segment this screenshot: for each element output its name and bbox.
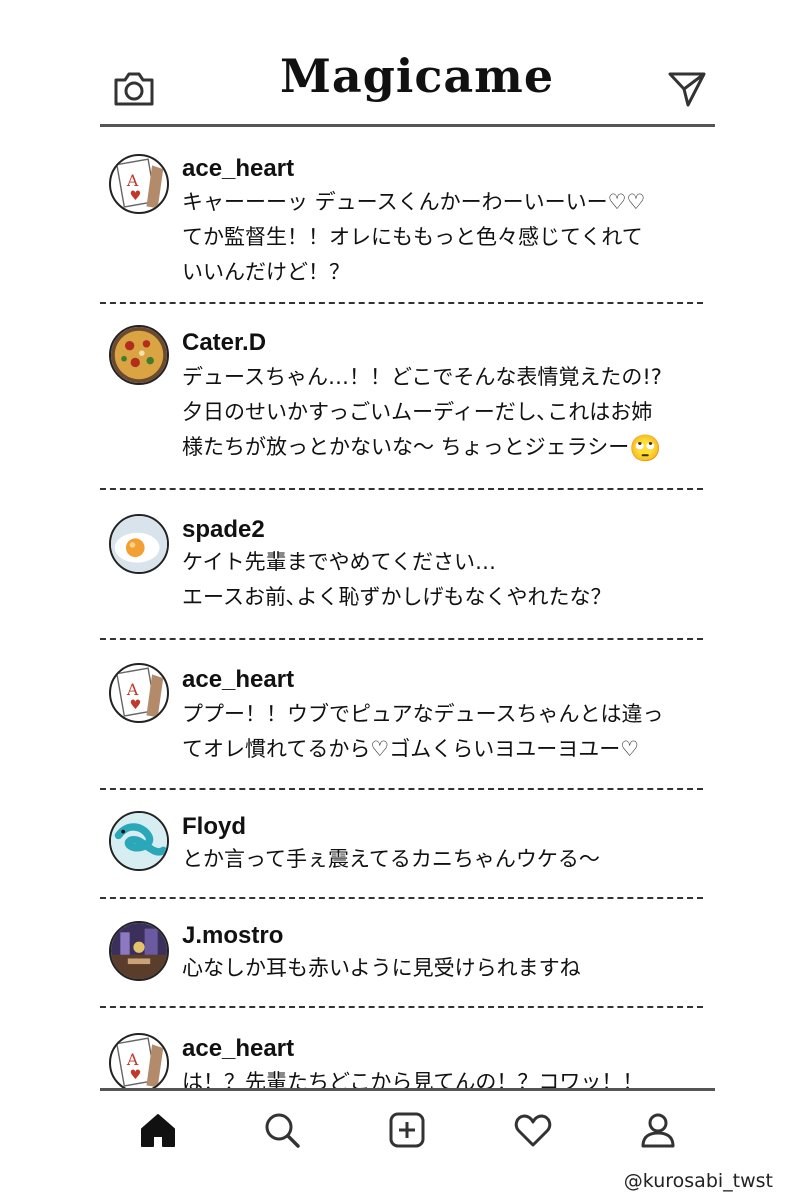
comment-line: ケイト先輩までやめてください… xyxy=(182,550,496,574)
comment-username[interactable]: ace_heart xyxy=(182,1035,294,1063)
comment-line: 様たちが放っとかないな〜 ちょっとジェラシー🙄 xyxy=(182,430,662,467)
app-logo: Magicame xyxy=(280,49,555,103)
comment-line: デュースちゃん…！！どこでそんな表情覚えたの!? xyxy=(182,365,662,389)
eye-roll-emoji: 🙄 xyxy=(629,434,662,464)
plus-square-icon[interactable] xyxy=(385,1108,429,1152)
comment-text: デュースちゃん…！！どこでそんな表情覚えたの!? 夕日のせいかすっごいムーディー… xyxy=(182,360,662,467)
comment-username[interactable]: ace_heart xyxy=(182,155,294,183)
ace-of-hearts-card-avatar[interactable]: A ♥ xyxy=(109,154,169,214)
svg-text:A: A xyxy=(126,680,139,699)
home-icon[interactable] xyxy=(136,1108,180,1152)
eel-avatar[interactable] xyxy=(109,811,169,871)
comment-username[interactable]: Floyd xyxy=(182,813,246,841)
comment-text: ププー！！ウブでピュアなデュースちゃんとは違っ てオレ慣れてるから♡ゴムくらいヨ… xyxy=(182,697,664,767)
comment-line: いいんだけど！？ xyxy=(182,260,350,284)
comment-line: キャーーーッ デュースくんかーわーいーいー♡♡ xyxy=(182,190,646,214)
comment-text: は！？先輩たちどこから見てんの！？コワッ！！ xyxy=(182,1065,643,1088)
comment-line: は！？先輩たちどこから見てんの！？コワッ！！ xyxy=(182,1070,644,1088)
svg-text:♥: ♥ xyxy=(130,1068,142,1083)
fried-egg-avatar[interactable] xyxy=(109,514,169,574)
app-header: Magicame xyxy=(100,0,715,127)
comment-item: A ♥ ace_heart は！？先輩たちどこから見てんの！？コワッ！！ xyxy=(100,1007,715,1088)
nav-separator xyxy=(100,1088,715,1091)
comment-item: A ♥ ace_heart ププー！！ウブでピュアなデュースちゃんとは違っ てオレ… xyxy=(100,641,715,791)
comment-text: とか言って手ぇ震えてるカニちゃんウケる〜 xyxy=(182,842,600,877)
comment-username[interactable]: J.mostro xyxy=(182,922,283,950)
svg-text:A: A xyxy=(126,171,139,190)
pizza-avatar[interactable] xyxy=(109,325,169,385)
author-credit: @kurosabi_twst xyxy=(623,1170,773,1192)
comment-feed[interactable]: A ♥ ace_heart キャーーーッ デュースくんかーわーいーいー♡♡ てか監… xyxy=(100,127,715,1088)
comment-username[interactable]: ace_heart xyxy=(182,666,294,694)
comment-line: てか監督生！！オレにももっと色々感じてくれて xyxy=(182,225,643,249)
comment-item: Cater.D デュースちゃん…！！どこでそんな表情覚えたの!? 夕日のせいかす… xyxy=(100,303,715,490)
svg-text:♥: ♥ xyxy=(130,698,142,713)
ace-of-hearts-card-avatar[interactable]: A ♥ xyxy=(109,1033,169,1088)
comment-line: 心なしか耳も赤いように見受けられますね xyxy=(182,956,581,980)
comment-line: ププー！！ウブでピュアなデュースちゃんとは違っ xyxy=(182,702,664,726)
heart-icon[interactable] xyxy=(511,1108,555,1152)
comment-username[interactable]: spade2 xyxy=(182,516,265,544)
lounge-interior-avatar[interactable] xyxy=(109,921,169,981)
comment-line: てオレ慣れてるから♡ゴムくらいヨユーヨユー♡ xyxy=(182,737,640,761)
comment-text: 心なしか耳も赤いように見受けられますね xyxy=(182,951,581,986)
search-icon[interactable] xyxy=(260,1108,304,1152)
comment-username[interactable]: Cater.D xyxy=(182,329,266,357)
svg-text:♥: ♥ xyxy=(130,189,142,204)
svg-text:A: A xyxy=(126,1050,139,1069)
comment-text: キャーーーッ デュースくんかーわーいーいー♡♡ てか監督生！！オレにももっと色々… xyxy=(182,185,645,290)
user-icon[interactable] xyxy=(636,1108,680,1152)
comment-text: ケイト先輩までやめてください… エースお前､よく恥ずかしげもなくやれたな？ xyxy=(182,545,611,615)
comment-line: とか言って手ぇ震えてるカニちゃんウケる〜 xyxy=(182,847,600,871)
comment-line: 夕日のせいかすっごいムーディーだし､これはお姉 xyxy=(182,400,653,424)
divider xyxy=(100,638,703,640)
comment-item: A ♥ ace_heart キャーーーッ デュースくんかーわーいーいー♡♡ てか監… xyxy=(100,127,715,307)
bottom-nav xyxy=(100,1092,715,1168)
comment-item: spade2 ケイト先輩までやめてください… エースお前､よく恥ずかしげもなくや… xyxy=(100,489,715,641)
comment-item: J.mostro 心なしか耳も赤いように見受けられますね xyxy=(100,897,715,1009)
comment-item: Floyd とか言って手ぇ震えてるカニちゃんウケる〜 xyxy=(100,789,715,901)
ace-of-hearts-card-avatar[interactable]: A ♥ xyxy=(109,663,169,723)
comment-line: エースお前､よく恥ずかしげもなくやれたな？ xyxy=(182,585,612,609)
camera-icon[interactable] xyxy=(112,68,156,108)
comment-line-text: 様たちが放っとかないな〜 ちょっとジェラシー xyxy=(182,435,630,459)
paper-plane-icon[interactable] xyxy=(667,70,707,108)
